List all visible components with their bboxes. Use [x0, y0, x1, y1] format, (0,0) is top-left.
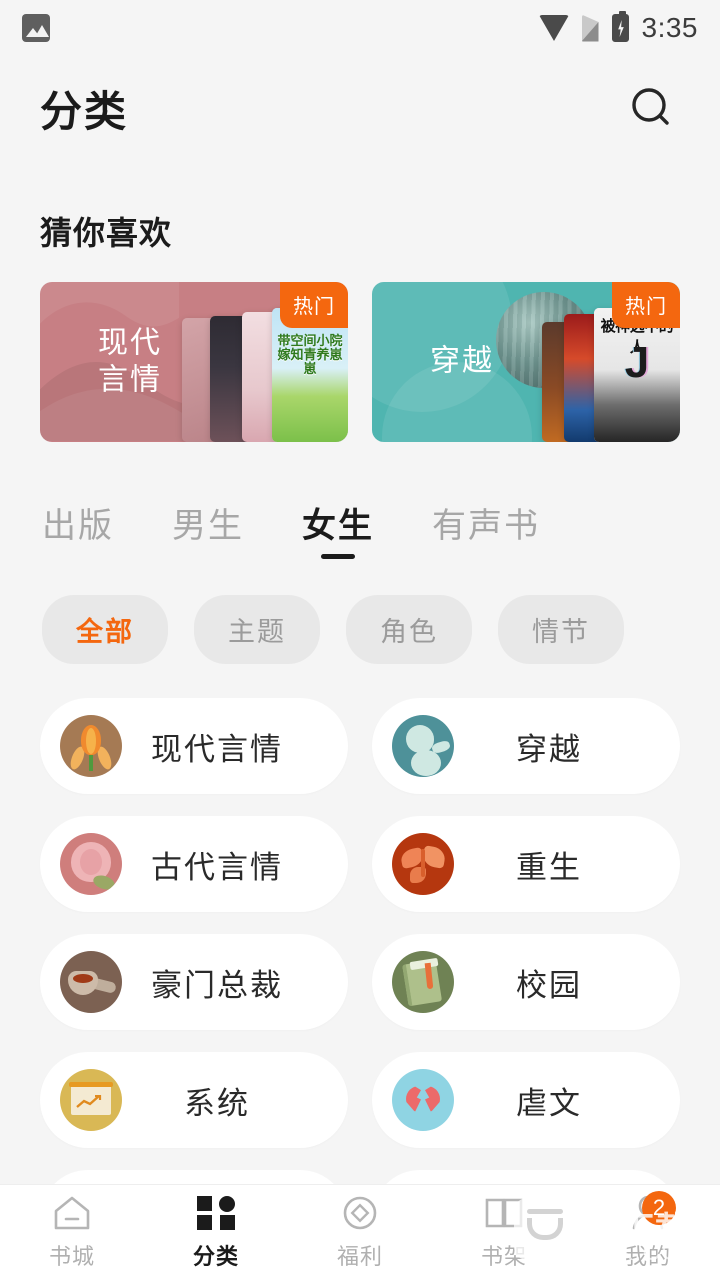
wifi-icon [539, 15, 569, 41]
bottom-navigation-bar: 书城 分类 福利 书架 2 [0, 1184, 720, 1280]
book-cover-front: 被神选中的人 J [594, 308, 680, 442]
book-cover-front: 带空间小院嫁知青养崽崽 [272, 308, 348, 442]
tab-youshengshu[interactable]: 有声书 [432, 498, 540, 561]
category-item-label: 豪门总裁 [122, 960, 328, 1005]
book-icon [392, 951, 454, 1013]
nav-item-bookstore[interactable]: 书城 [0, 1185, 144, 1280]
category-tab-bar: 出版 男生 女生 有声书 [0, 442, 720, 561]
image-icon [22, 14, 50, 42]
category-item-ceo[interactable]: 豪门总裁 [40, 934, 348, 1030]
recommend-card-label: 穿越 [414, 344, 510, 381]
profile-badge-count: 2 [642, 1191, 676, 1225]
nav-item-label: 福利 [337, 1239, 383, 1271]
chip-role[interactable]: 角色 [346, 595, 472, 664]
app-header: 分类 [0, 56, 720, 160]
grid-icon [195, 1194, 237, 1232]
butterfly-icon [392, 833, 454, 895]
category-item-angst[interactable]: 虐文 [372, 1052, 680, 1148]
tab-chuban[interactable]: 出版 [42, 498, 114, 561]
sim-card-icon [582, 15, 599, 42]
rose-icon [60, 833, 122, 895]
category-item-rebirth[interactable]: 重生 [372, 816, 680, 912]
nav-item-label: 我的 [625, 1239, 671, 1271]
category-item-system[interactable]: 系统 [40, 1052, 348, 1148]
category-scroll-area[interactable]: 猜你喜欢 现代 言情 带空间小院嫁知青养崽崽 热门 [0, 160, 720, 1184]
category-item-label: 虐文 [454, 1078, 660, 1123]
nav-item-label: 书架 [481, 1239, 527, 1271]
category-item-ancient-romance[interactable]: 古代言情 [40, 816, 348, 912]
hot-badge: 热门 [280, 282, 348, 328]
recommend-card-modern-romance[interactable]: 现代 言情 带空间小院嫁知青养崽崽 热门 [40, 282, 348, 442]
nav-item-category[interactable]: 分类 [144, 1185, 288, 1280]
category-item-partial[interactable] [40, 1170, 348, 1184]
book-cover-title: 带空间小院嫁知青养崽崽 [272, 334, 348, 376]
status-bar: 3:35 [0, 0, 720, 56]
diamond-icon [339, 1194, 381, 1232]
category-item-label: 现代言情 [122, 724, 328, 769]
nav-item-welfare[interactable]: 福利 [288, 1185, 432, 1280]
nav-item-label: 书城 [49, 1239, 95, 1271]
cup-icon [60, 951, 122, 1013]
category-item-label: 古代言情 [122, 842, 328, 887]
home-icon [51, 1194, 93, 1232]
category-item-partial[interactable] [372, 1170, 680, 1184]
hot-badge: 热门 [612, 282, 680, 328]
category-item-label: 穿越 [454, 724, 660, 769]
globe-icon [392, 715, 454, 777]
broken-heart-icon [392, 1069, 454, 1131]
flower-icon [60, 715, 122, 777]
tab-nansheng[interactable]: 男生 [172, 498, 244, 561]
category-item-label: 重生 [454, 842, 660, 887]
category-item-label: 系统 [122, 1078, 328, 1123]
status-bar-right: 3:35 [539, 12, 699, 44]
recommend-card-label: 现代 言情 [82, 325, 178, 398]
nav-item-bookshelf[interactable]: 书架 [432, 1185, 576, 1280]
filter-chip-row: 全部 主题 角色 情节 [0, 561, 720, 664]
nav-item-label: 分类 [193, 1239, 239, 1271]
bookshelf-icon [483, 1194, 525, 1232]
recommend-card-time-travel[interactable]: 穿越 被神选中的人 J 热门 [372, 282, 680, 442]
chip-plot[interactable]: 情节 [498, 595, 624, 664]
category-grid: 现代言情 穿越 古代言情 重生 豪门总裁 [0, 664, 720, 1184]
book-cover-letter: J [594, 338, 680, 388]
recommend-section-title: 猜你喜欢 [0, 160, 720, 254]
page-title: 分类 [40, 78, 128, 139]
category-item-time-travel[interactable]: 穿越 [372, 698, 680, 794]
tab-nvsheng[interactable]: 女生 [302, 498, 374, 561]
category-item-modern-romance[interactable]: 现代言情 [40, 698, 348, 794]
chart-board-icon [60, 1069, 122, 1131]
recommend-card-row: 现代 言情 带空间小院嫁知青养崽崽 热门 穿越 [0, 254, 720, 442]
battery-charging-icon [612, 14, 629, 42]
category-item-campus[interactable]: 校园 [372, 934, 680, 1030]
status-bar-left [22, 14, 50, 42]
category-item-label: 校园 [454, 960, 660, 1005]
chip-theme[interactable]: 主题 [194, 595, 320, 664]
search-icon[interactable] [624, 80, 680, 136]
nav-item-profile[interactable]: 2 我的 [576, 1185, 720, 1280]
chip-all[interactable]: 全部 [42, 595, 168, 664]
status-bar-clock: 3:35 [642, 12, 699, 44]
